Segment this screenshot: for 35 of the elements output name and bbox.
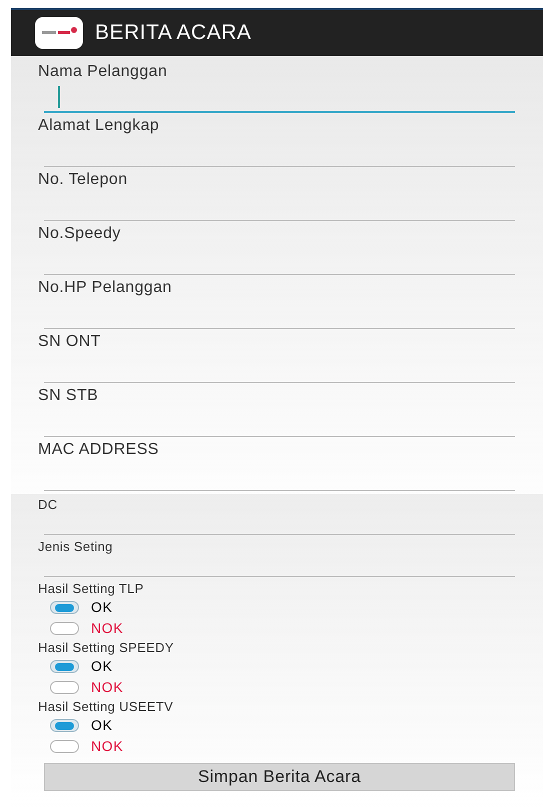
radio-button[interactable]: [50, 719, 79, 732]
group-label: Hasil Setting TLP: [38, 581, 145, 597]
radio-option[interactable]: NOK: [50, 677, 515, 698]
radio-button[interactable]: [50, 660, 79, 673]
option-label: NOK: [91, 619, 124, 638]
field-label: DC: [38, 497, 58, 513]
field-label: No.HP Pelanggan: [38, 278, 173, 298]
field-label: SN STB: [38, 386, 100, 406]
option-label: OK: [91, 598, 113, 617]
field-label: Alamat Lengkap: [38, 116, 160, 136]
field-label: MAC ADDRESS: [38, 440, 160, 460]
radio-button[interactable]: [50, 681, 79, 694]
text-cursor: [58, 86, 60, 108]
field-label: No.Speedy: [38, 224, 122, 244]
option-label: NOK: [91, 737, 124, 756]
radio-option[interactable]: OK: [50, 715, 515, 736]
option-label: OK: [91, 716, 113, 735]
save-button[interactable]: Simpan Berita Acara: [44, 763, 515, 791]
radio-button[interactable]: [50, 622, 79, 635]
radio-option[interactable]: OK: [50, 656, 515, 677]
group-label: Hasil Setting SPEEDY: [38, 640, 175, 656]
radio-option[interactable]: NOK: [50, 736, 515, 757]
option-label: OK: [91, 657, 113, 676]
toolbar-title: BERITA ACARA: [95, 20, 252, 46]
field-label: Nama Pelanggan: [38, 62, 168, 82]
field-label: Jenis Seting: [38, 539, 114, 555]
field-label: No. Telepon: [38, 170, 129, 190]
group-label: Hasil Setting USEETV: [38, 699, 174, 715]
radio-option[interactable]: NOK: [50, 618, 515, 639]
option-label: NOK: [91, 678, 124, 697]
radio-button[interactable]: [50, 740, 79, 753]
radio-button[interactable]: [50, 601, 79, 614]
field-label: SN ONT: [38, 332, 102, 352]
radio-option[interactable]: OK: [50, 597, 515, 618]
app-logo-icon: [35, 17, 83, 49]
